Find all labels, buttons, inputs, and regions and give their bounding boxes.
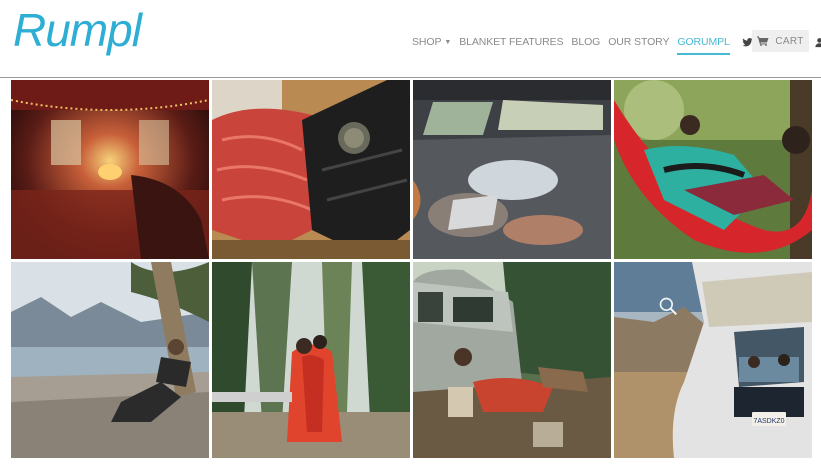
lakeshore-photo (11, 262, 209, 458)
license-plate-text: 7ASDKZ0 (753, 418, 784, 425)
nav-gorumpl[interactable]: GORUMPL (677, 36, 731, 55)
camp-stove-photo (212, 80, 410, 259)
nav-shop-label: SHOP (412, 36, 442, 48)
gallery-photo-car-trunk[interactable] (413, 80, 611, 259)
vw-van-photo (413, 262, 611, 458)
chevron-down-icon: ▼ (444, 38, 452, 46)
gallery-photo-lakeshore[interactable] (11, 262, 209, 458)
gallery-photo-van-interior[interactable] (11, 80, 209, 259)
photo-gallery: 7ASDKZ0 (11, 80, 812, 458)
cart-label: CART (775, 35, 804, 47)
forest-couple-photo (212, 262, 410, 458)
nav-shop[interactable]: SHOP ▼ (412, 36, 451, 48)
van-rear-photo: 7ASDKZ0 (614, 262, 812, 458)
svg-text:Rumpl: Rumpl (13, 4, 144, 56)
gallery-photo-forest-couple[interactable] (212, 262, 410, 458)
rumpl-logo[interactable]: Rumpl (11, 2, 161, 66)
van-interior-photo (11, 80, 209, 259)
nav-blanket-features[interactable]: BLANKET FEATURES (459, 36, 563, 48)
hammock-photo (614, 80, 812, 259)
car-trunk-photo (413, 80, 611, 259)
gallery-photo-vw-van[interactable] (413, 262, 611, 458)
magnifier-icon[interactable] (658, 296, 678, 316)
nav-our-story[interactable]: OUR STORY (608, 36, 669, 48)
gallery-photo-camp-stove[interactable] (212, 80, 410, 259)
account-icon[interactable] (814, 37, 821, 48)
gallery-photo-van-rear[interactable]: 7ASDKZ0 (614, 262, 812, 458)
gallery-photo-hammock[interactable] (614, 80, 812, 259)
cart-icon (757, 36, 769, 46)
cart-button[interactable]: CART (752, 30, 809, 52)
site-header: Rumpl SHOP ▼ BLANKET FEATURES BLOG OUR S… (0, 0, 821, 78)
nav-blog[interactable]: BLOG (571, 36, 600, 48)
